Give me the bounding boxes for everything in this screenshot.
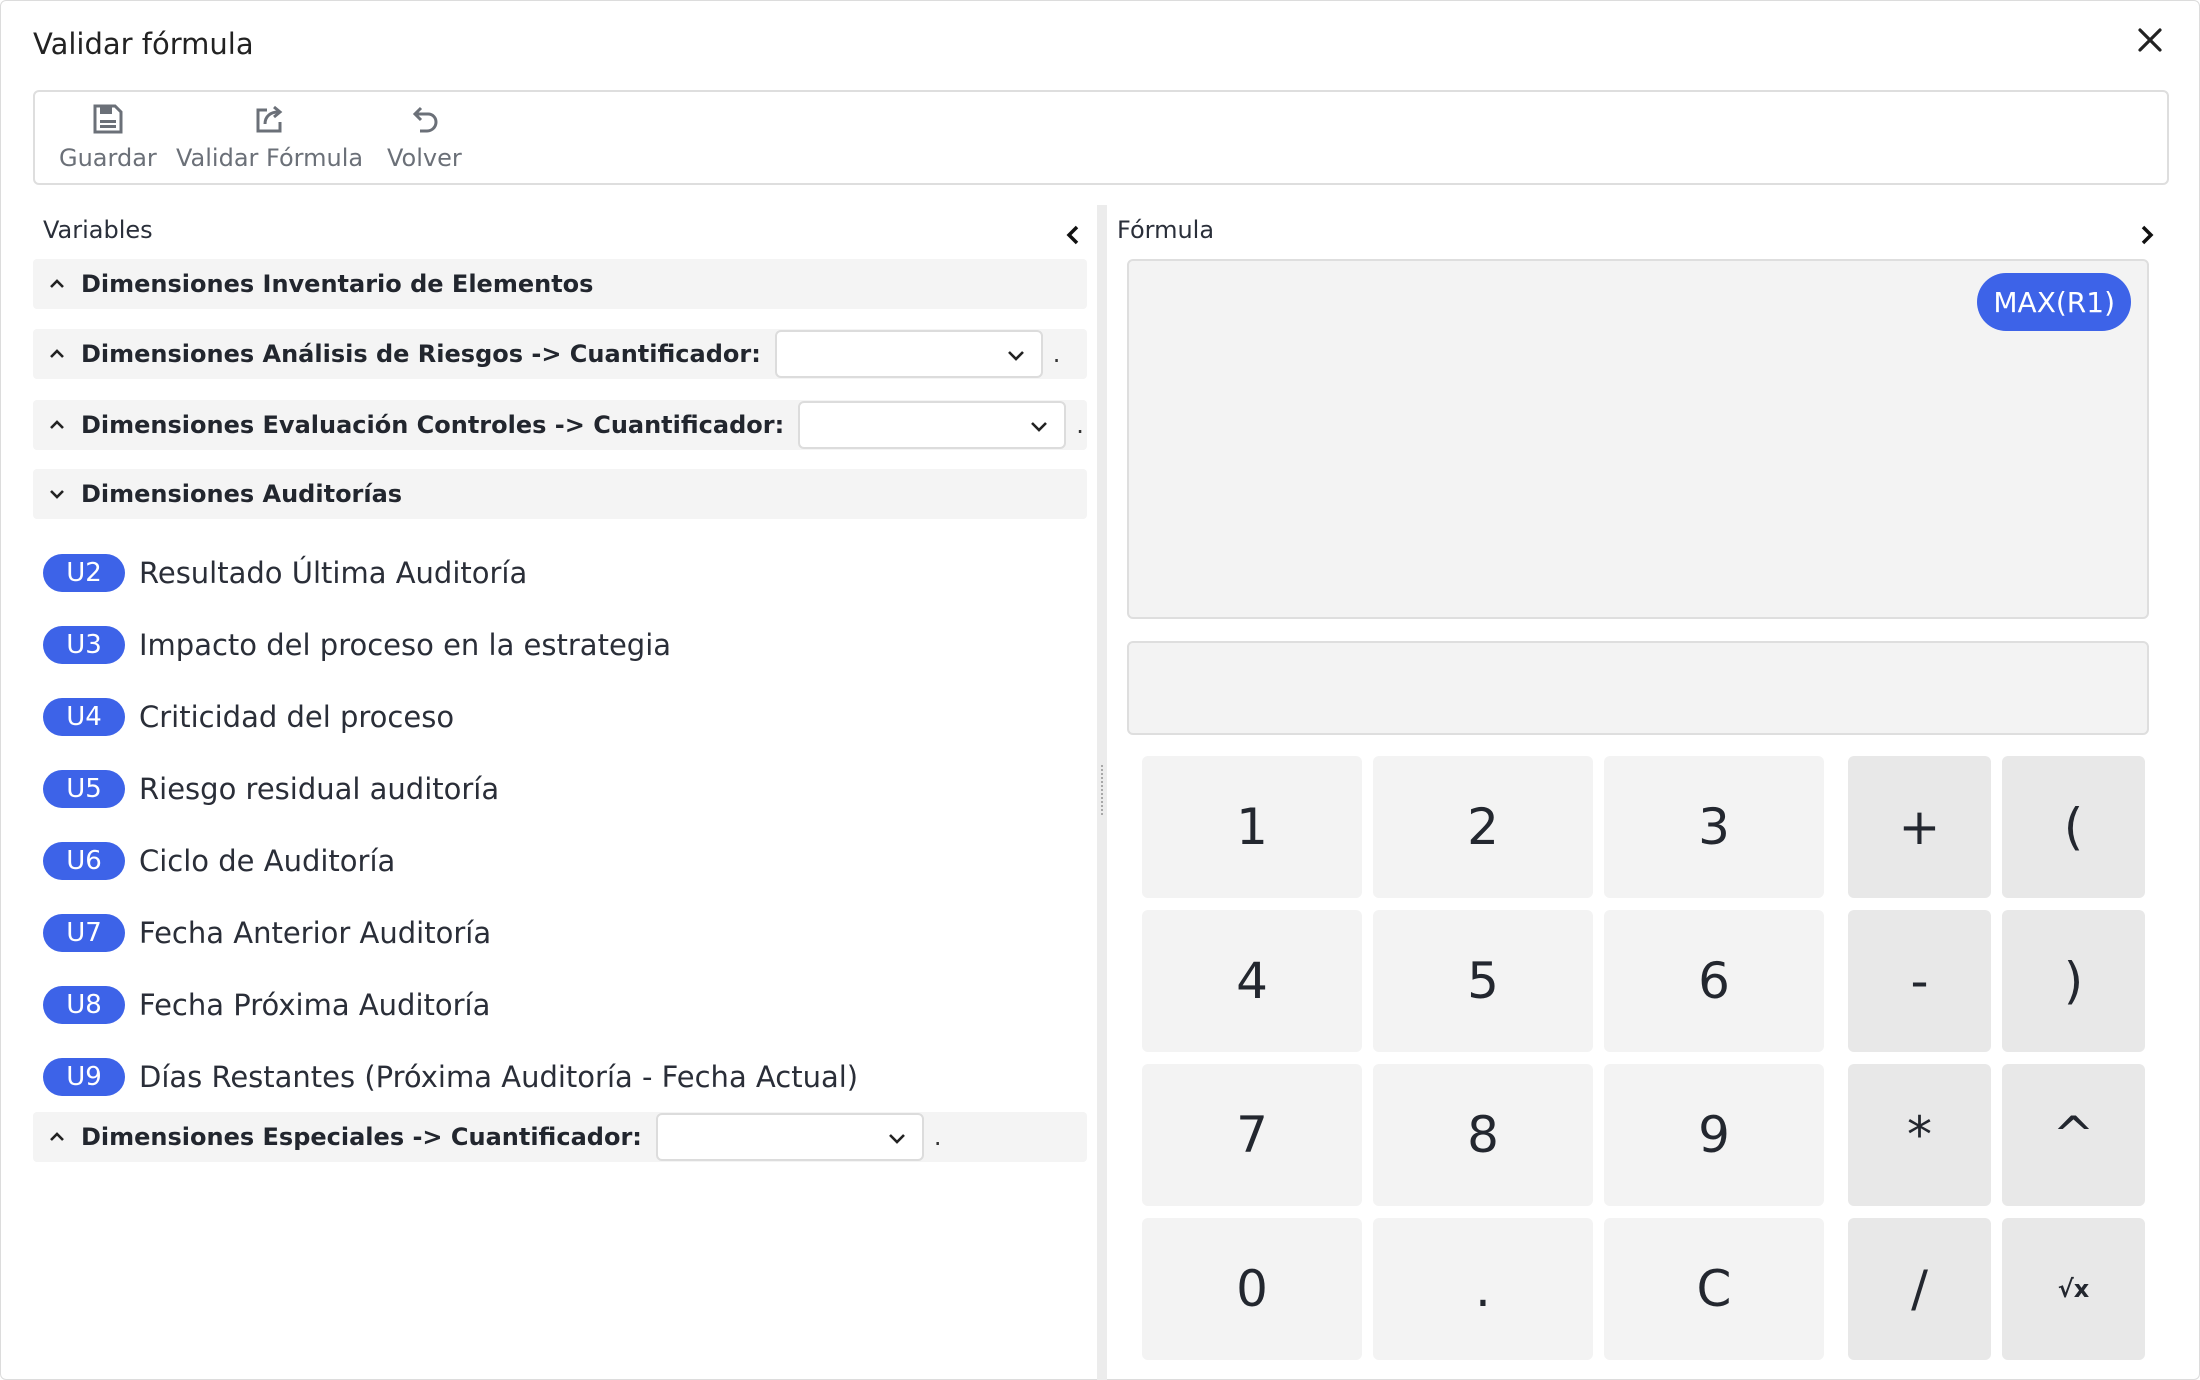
variable-code-badge: U3 xyxy=(43,626,125,664)
save-label: Guardar xyxy=(59,144,157,172)
share-icon xyxy=(256,105,282,133)
section-label: Dimensiones Auditorías xyxy=(81,480,403,508)
key-sqrt[interactable]: √x xyxy=(2002,1218,2145,1360)
formula-title: Fórmula xyxy=(1117,216,1215,244)
section-suffix: . xyxy=(933,1123,942,1151)
variable-item-u3[interactable]: U3 Impacto del proceso en la estrategia xyxy=(43,625,671,665)
key-4[interactable]: 4 xyxy=(1142,910,1362,1052)
save-icon xyxy=(93,104,123,134)
section-label: Dimensiones Evaluación Controles -> Cuan… xyxy=(81,411,785,439)
chevron-down-icon xyxy=(1007,351,1024,361)
collapse-left-button[interactable] xyxy=(1061,223,1085,247)
variable-item-u9[interactable]: U9 Días Restantes (Próxima Auditoría - F… xyxy=(43,1057,858,1097)
variable-code-badge: U9 xyxy=(43,1058,125,1096)
key-6[interactable]: 6 xyxy=(1604,910,1824,1052)
chevron-up-icon xyxy=(50,1132,64,1141)
back-button[interactable]: Volver xyxy=(387,102,462,172)
key-divide[interactable]: / xyxy=(1848,1218,1991,1360)
section-label: Dimensiones Inventario de Elementos xyxy=(81,270,594,298)
key-0[interactable]: 0 xyxy=(1142,1218,1362,1360)
back-label: Volver xyxy=(387,144,462,172)
key-5[interactable]: 5 xyxy=(1373,910,1593,1052)
variable-label: Ciclo de Auditoría xyxy=(139,844,396,878)
formula-area[interactable]: MAX(R1) xyxy=(1127,259,2149,619)
key-minus[interactable]: - xyxy=(1848,910,1991,1052)
section-suffix: . xyxy=(1052,340,1061,368)
section-evaluacion-controles[interactable]: Dimensiones Evaluación Controles -> Cuan… xyxy=(33,400,1087,450)
panel-splitter[interactable] xyxy=(1097,205,1107,1380)
section-auditorias[interactable]: Dimensiones Auditorías xyxy=(33,469,1087,519)
chevron-left-icon xyxy=(1066,225,1079,245)
variable-code-badge: U8 xyxy=(43,986,125,1024)
variable-code-badge: U7 xyxy=(43,914,125,952)
variable-label: Riesgo residual auditoría xyxy=(139,772,500,806)
section-label: Dimensiones Análisis de Riesgos -> Cuant… xyxy=(81,340,761,368)
chevron-up-icon xyxy=(50,349,64,358)
variable-item-u5[interactable]: U5 Riesgo residual auditoría xyxy=(43,769,499,809)
variable-item-u4[interactable]: U4 Criticidad del proceso xyxy=(43,697,454,737)
section-inventario[interactable]: Dimensiones Inventario de Elementos xyxy=(33,259,1087,309)
variable-label: Fecha Anterior Auditoría xyxy=(139,916,492,950)
toolbar: Guardar Validar Fórmula Volver xyxy=(33,90,2169,185)
key-open-paren[interactable]: ( xyxy=(2002,756,2145,898)
variable-item-u7[interactable]: U7 Fecha Anterior Auditoría xyxy=(43,913,491,953)
variable-item-u8[interactable]: U8 Fecha Próxima Auditoría xyxy=(43,985,490,1025)
chevron-down-icon xyxy=(888,1134,905,1144)
chevron-down-icon xyxy=(1031,422,1048,432)
key-3[interactable]: 3 xyxy=(1604,756,1824,898)
dialog-title: Validar fórmula xyxy=(33,27,254,61)
section-suffix: . xyxy=(1076,411,1084,439)
validate-formula-dialog: Validar fórmula Guardar Validar Fórmula … xyxy=(0,0,2200,1380)
key-9[interactable]: 9 xyxy=(1604,1064,1824,1206)
variable-label: Fecha Próxima Auditoría xyxy=(139,988,491,1022)
variable-item-u6[interactable]: U6 Ciclo de Auditoría xyxy=(43,841,395,881)
close-icon xyxy=(2138,28,2162,52)
variable-code-badge: U5 xyxy=(43,770,125,808)
variable-item-u2[interactable]: U2 Resultado Última Auditoría xyxy=(43,553,527,593)
validate-formula-label: Validar Fórmula xyxy=(176,144,364,172)
quantifier-select[interactable] xyxy=(655,1113,924,1161)
variable-label: Resultado Última Auditoría xyxy=(139,556,528,590)
formula-token[interactable]: MAX(R1) xyxy=(1977,273,2131,331)
close-button[interactable] xyxy=(2133,23,2167,57)
key-8[interactable]: 8 xyxy=(1373,1064,1593,1206)
key-power[interactable]: ^ xyxy=(2002,1064,2145,1206)
chevron-up-icon xyxy=(50,279,64,288)
section-analisis-riesgos[interactable]: Dimensiones Análisis de Riesgos -> Cuant… xyxy=(33,329,1087,379)
variables-title: Variables xyxy=(43,216,153,244)
formula-input[interactable] xyxy=(1127,641,2149,735)
variable-code-badge: U6 xyxy=(43,842,125,880)
key-decimal[interactable]: . xyxy=(1373,1218,1593,1360)
save-button[interactable]: Guardar xyxy=(59,102,157,172)
variable-label: Impacto del proceso en la estrategia xyxy=(139,628,672,662)
section-especiales[interactable]: Dimensiones Especiales -> Cuantificador:… xyxy=(33,1112,1087,1162)
key-plus[interactable]: + xyxy=(1848,756,1991,898)
collapse-right-button[interactable] xyxy=(2135,223,2159,247)
key-clear[interactable]: C xyxy=(1604,1218,1824,1360)
key-1[interactable]: 1 xyxy=(1142,756,1362,898)
quantifier-select[interactable] xyxy=(774,330,1043,378)
undo-icon xyxy=(413,106,438,133)
chevron-right-icon xyxy=(2141,225,2154,245)
key-7[interactable]: 7 xyxy=(1142,1064,1362,1206)
splitter-grip[interactable] xyxy=(1101,765,1103,815)
key-close-paren[interactable]: ) xyxy=(2002,910,2145,1052)
key-multiply[interactable]: * xyxy=(1848,1064,1991,1206)
variable-label: Días Restantes (Próxima Auditoría - Fech… xyxy=(139,1060,859,1094)
key-2[interactable]: 2 xyxy=(1373,756,1593,898)
section-label: Dimensiones Especiales -> Cuantificador: xyxy=(81,1123,642,1151)
variable-code-badge: U4 xyxy=(43,698,125,736)
chevron-down-icon xyxy=(50,490,64,499)
validate-formula-button[interactable]: Validar Fórmula xyxy=(176,102,363,172)
variable-label: Criticidad del proceso xyxy=(139,700,455,734)
variable-code-badge: U2 xyxy=(43,554,125,592)
chevron-up-icon xyxy=(50,420,64,429)
quantifier-select[interactable] xyxy=(798,401,1067,449)
